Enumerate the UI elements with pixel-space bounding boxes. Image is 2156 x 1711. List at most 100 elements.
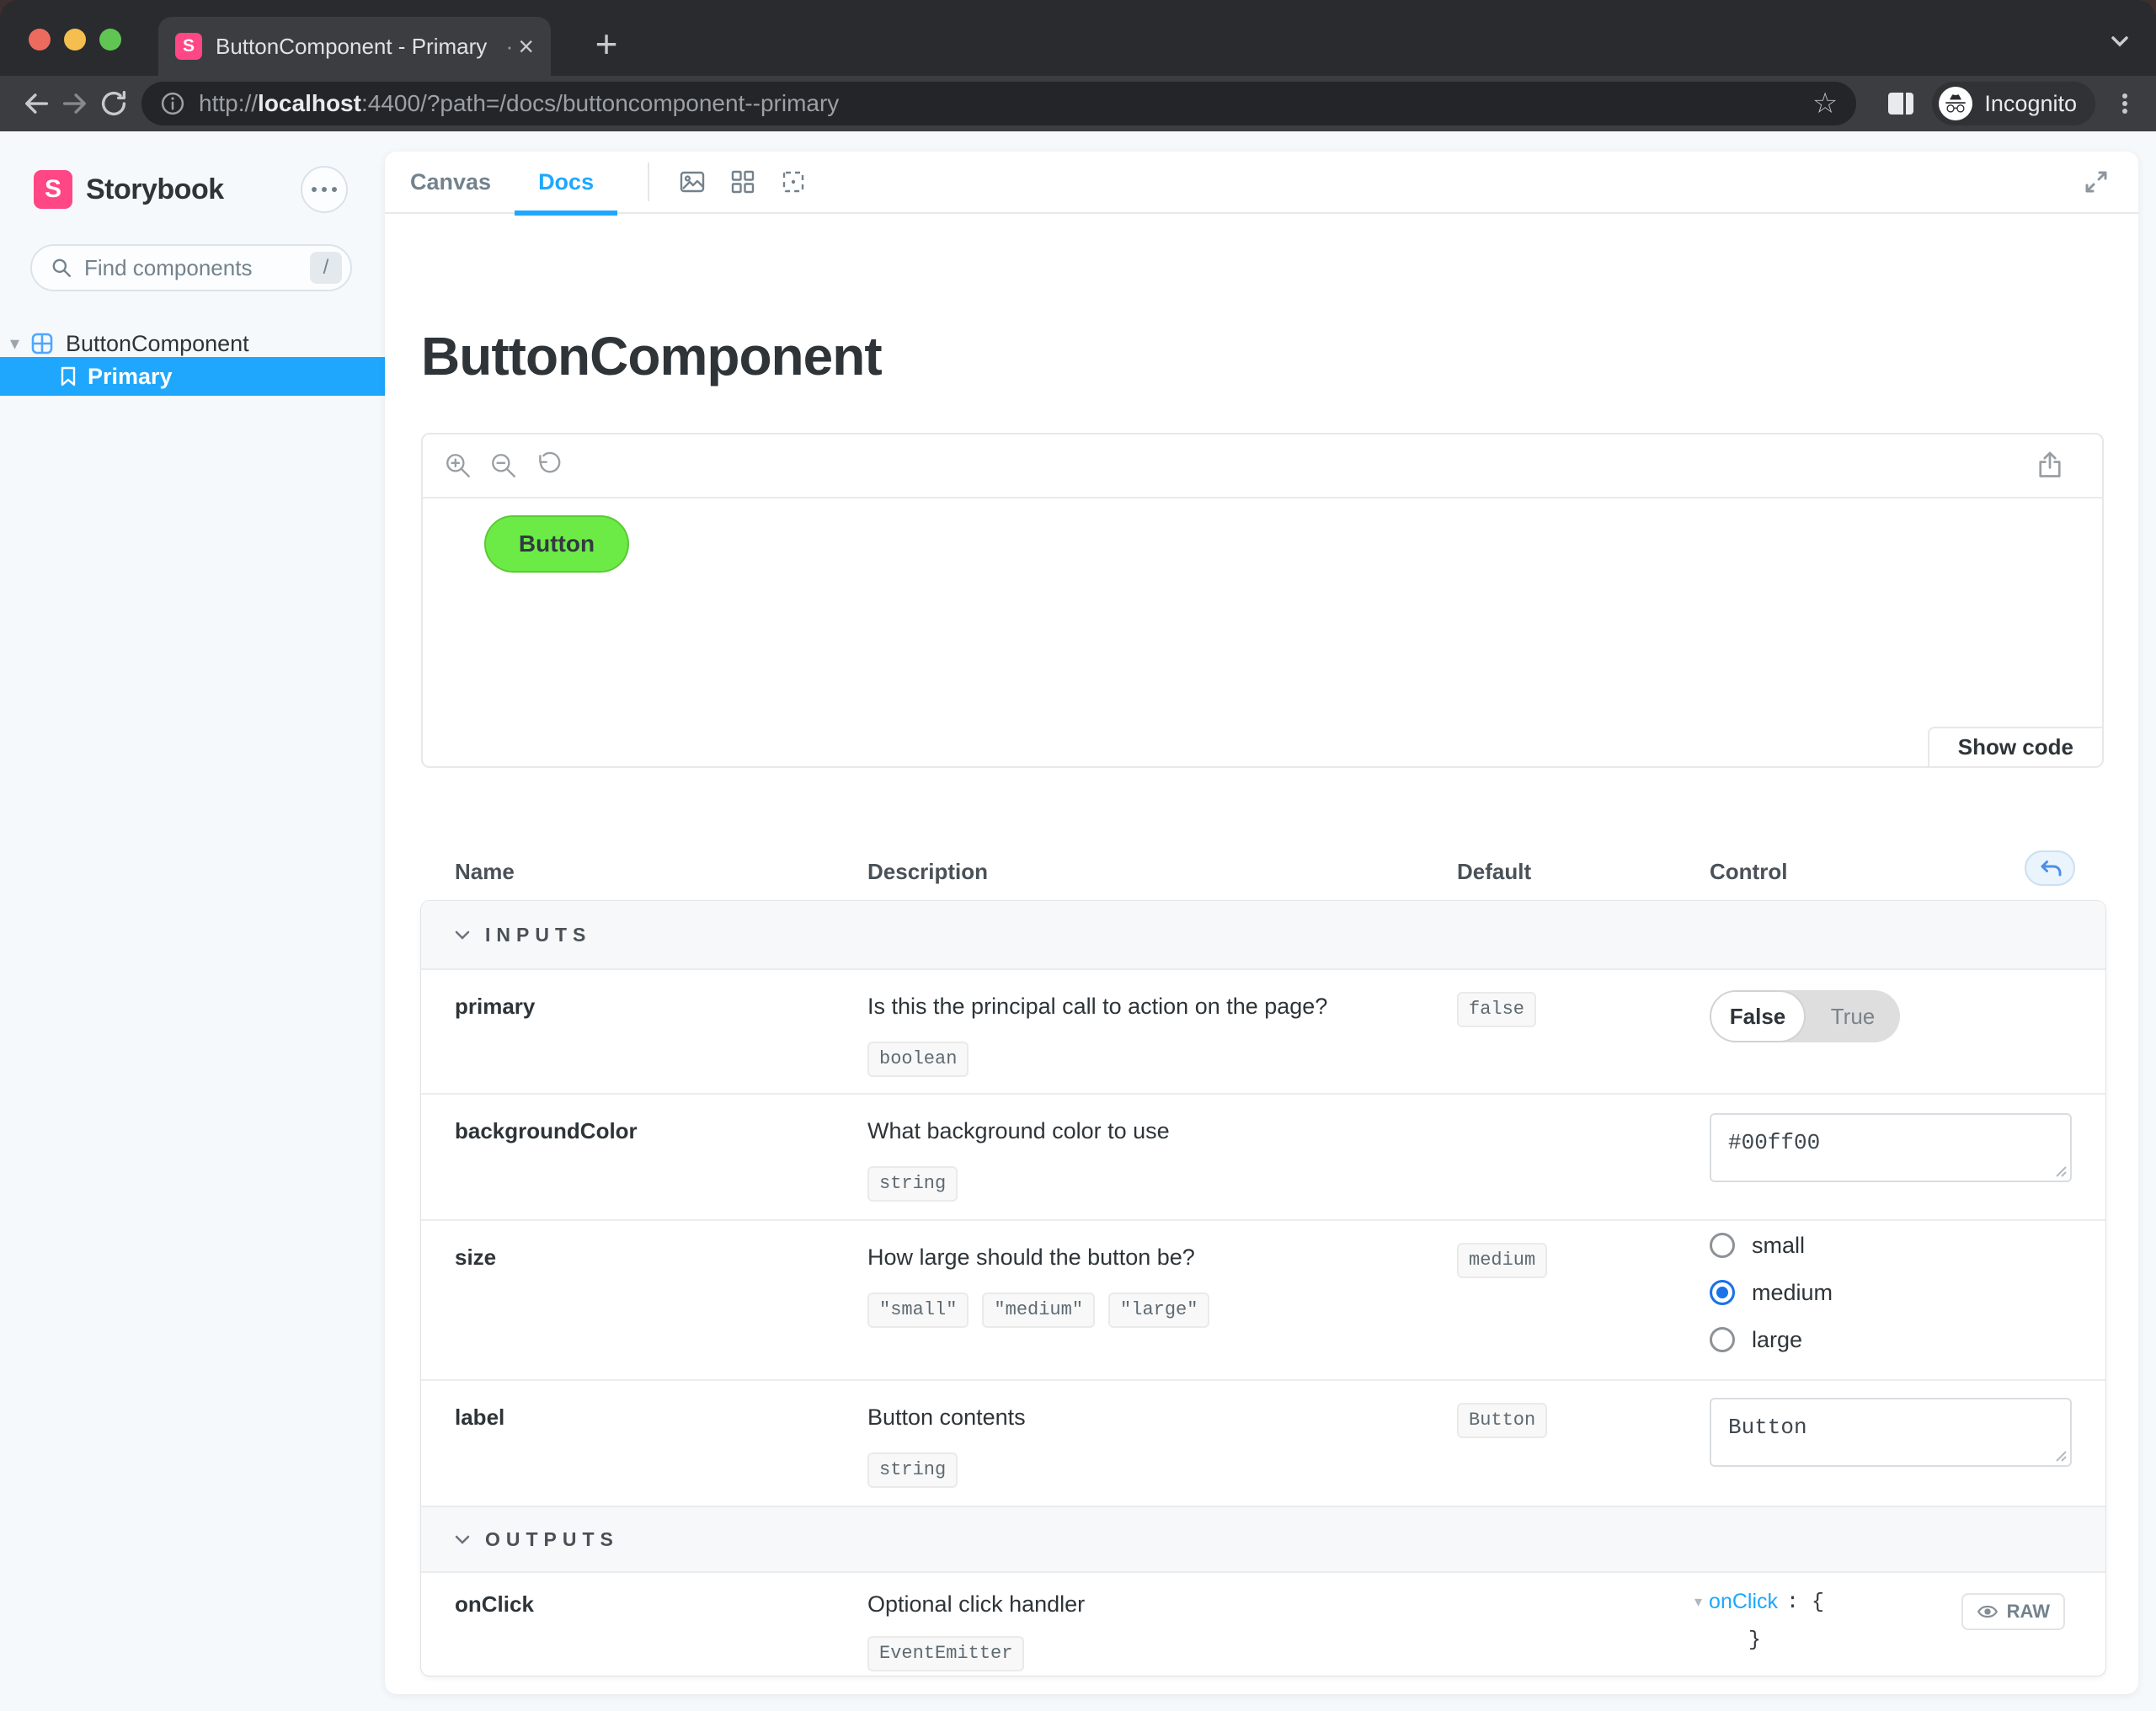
show-code-button[interactable]: Show code <box>1928 727 2104 768</box>
resize-handle-icon[interactable] <box>2054 1449 2068 1463</box>
toggle-false-option[interactable]: False <box>1710 990 1806 1042</box>
back-icon[interactable] <box>17 84 56 123</box>
argstable: INPUTS primary Is this the principal cal… <box>421 901 2105 1676</box>
rendered-story-button[interactable]: Button <box>484 515 629 573</box>
header-default: Default <box>1457 859 1531 885</box>
radio-icon[interactable] <box>1710 1233 1735 1258</box>
onclick-event-link[interactable]: onClick <box>1709 1590 1778 1614</box>
arg-name: size <box>421 1221 867 1379</box>
boolean-toggle[interactable]: False True <box>1710 990 1900 1042</box>
raw-label: RAW <box>2007 1601 2050 1623</box>
page-title: ButtonComponent <box>421 325 882 387</box>
arg-description: Optional click handler EventEmitter <box>867 1573 1457 1676</box>
backgroundcolor-input[interactable]: #00ff00 <box>1710 1113 2072 1182</box>
search-input[interactable] <box>84 255 310 281</box>
close-window-button[interactable] <box>29 29 51 51</box>
expander-caret-icon[interactable]: ▾ <box>10 333 27 354</box>
radio-option-large[interactable]: large <box>1710 1316 2105 1363</box>
header-name: Name <box>455 859 515 885</box>
section-inputs[interactable]: INPUTS <box>421 901 2105 968</box>
story-label: Primary <box>88 364 173 390</box>
tab-title: ButtonComponent - Primary <box>216 34 504 60</box>
arg-description: Is this the principal call to action on … <box>867 970 1457 1093</box>
type-chip: "medium" <box>982 1293 1095 1328</box>
browser-tab[interactable]: S ButtonComponent - Primary · × <box>158 17 551 76</box>
search-shortcut-badge: / <box>310 252 342 284</box>
arg-control: False True <box>1710 970 2105 1093</box>
arg-name: backgroundColor <box>421 1095 867 1219</box>
radio-icon[interactable] <box>1710 1327 1735 1352</box>
default-chip: medium <box>1457 1243 1547 1278</box>
tab-docs[interactable]: Docs <box>538 169 594 195</box>
reset-zoom-icon[interactable] <box>534 450 564 481</box>
section-outputs[interactable]: OUTPUTS <box>421 1506 2105 1571</box>
bookmark-icon <box>59 365 77 387</box>
type-chip: EventEmitter <box>867 1636 1024 1671</box>
chevron-down-icon <box>453 925 472 944</box>
side-panel-icon[interactable] <box>1886 91 1915 116</box>
label-input[interactable]: Button <box>1710 1398 2072 1467</box>
reload-icon[interactable] <box>94 84 133 123</box>
arg-default: false <box>1457 970 1710 1093</box>
arg-description: What background color to use string <box>867 1095 1457 1219</box>
bookmark-star-icon[interactable]: ☆ <box>1812 87 1838 120</box>
arg-default <box>1457 1573 1710 1676</box>
component-icon <box>30 332 54 355</box>
browser-tab-strip: S ButtonComponent - Primary · × + <box>0 0 2156 76</box>
zoom-in-icon[interactable] <box>443 450 473 481</box>
storybook-logo-icon: S <box>34 170 72 209</box>
forward-icon[interactable] <box>56 84 94 123</box>
radio-label: large <box>1752 1327 1802 1353</box>
argstable-header: Name Description Default Control <box>421 850 2105 898</box>
default-chip: Button <box>1457 1403 1547 1438</box>
arg-description: Button contents string <box>867 1381 1457 1506</box>
raw-toggle-button[interactable]: RAW <box>1961 1593 2065 1630</box>
share-story-icon[interactable] <box>2035 450 2065 484</box>
search-box[interactable]: / <box>30 244 352 291</box>
storybook-favicon: S <box>175 33 202 60</box>
radio-label: small <box>1752 1233 1805 1259</box>
zoom-out-icon[interactable] <box>488 450 519 481</box>
reset-controls-button[interactable] <box>2025 850 2075 886</box>
tab-close-icon[interactable]: × <box>518 33 534 60</box>
browser-menu-icon[interactable] <box>2111 89 2139 118</box>
arg-control: ▾ onClick : { } RAW <box>1710 1573 2105 1676</box>
grid-toolbar-icon[interactable] <box>728 168 757 196</box>
radio-option-small[interactable]: small <box>1710 1222 2105 1269</box>
table-row-primary: primary Is this the principal call to ac… <box>421 968 2105 1093</box>
toggle-true-option[interactable]: True <box>1806 990 1900 1042</box>
radio-option-medium[interactable]: medium <box>1710 1269 2105 1316</box>
zoom-window-button[interactable] <box>99 29 121 51</box>
radio-icon-checked[interactable] <box>1710 1280 1735 1305</box>
toolbar-divider <box>648 163 649 201</box>
fullscreen-icon[interactable] <box>2083 168 2110 200</box>
arg-control: Button <box>1710 1381 2105 1506</box>
url-text: http://localhost:4400/?path=/docs/button… <box>199 90 1802 117</box>
table-row-label: label Button contents string Button Butt… <box>421 1379 2105 1506</box>
new-tab-button[interactable]: + <box>583 20 630 67</box>
sidebar-item-primary-selected[interactable]: Primary <box>0 357 385 396</box>
brand: S Storybook <box>34 170 224 209</box>
incognito-badge: Incognito <box>1932 82 2095 125</box>
incognito-icon <box>1939 87 1972 120</box>
window-controls <box>29 29 121 51</box>
background-toolbar-icon[interactable] <box>678 168 707 196</box>
json-expander-caret-icon[interactable]: ▾ <box>1694 1593 1702 1611</box>
type-chip: "large" <box>1108 1293 1209 1328</box>
minimize-window-button[interactable] <box>64 29 86 51</box>
site-info-icon[interactable] <box>160 91 185 116</box>
story-preview-card: Button Show code <box>421 433 2104 768</box>
type-chip: "small" <box>867 1293 969 1328</box>
address-bar[interactable]: http://localhost:4400/?path=/docs/button… <box>141 82 1856 125</box>
measure-toolbar-icon[interactable] <box>779 168 808 196</box>
incognito-label: Incognito <box>1984 91 2077 117</box>
arg-name: primary <box>421 970 867 1093</box>
zoom-toolbar <box>423 434 2102 498</box>
preview-tabs-bar: Canvas Docs <box>385 152 2138 214</box>
tab-canvas[interactable]: Canvas <box>410 169 491 195</box>
tab-search-chevron-icon[interactable] <box>2107 29 2132 58</box>
sidebar-menu-button[interactable] <box>301 166 348 213</box>
browser-toolbar: http://localhost:4400/?path=/docs/button… <box>0 76 2156 131</box>
arg-control: #00ff00 <box>1710 1095 2105 1219</box>
resize-handle-icon[interactable] <box>2054 1165 2068 1178</box>
